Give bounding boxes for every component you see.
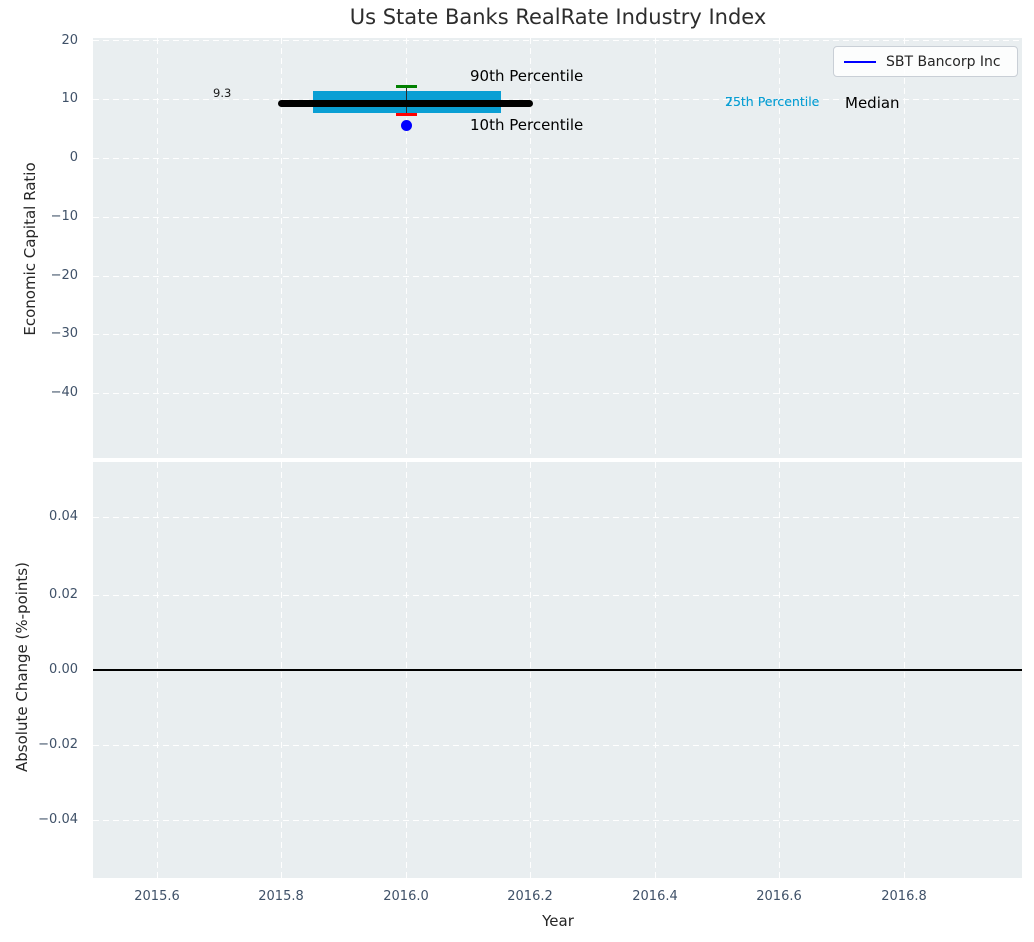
p10-annotation: 10th Percentile (470, 116, 584, 134)
ytick-label: −30 (50, 326, 78, 341)
gridline-horizontal (93, 595, 1022, 596)
ytick-label: −20 (50, 268, 78, 283)
p25-annotation: 25th Percentile (725, 94, 820, 109)
legend-label: SBT Bancorp Inc (886, 53, 1001, 70)
median-annotation: Median (845, 94, 900, 112)
xtick-label: 2016.0 (383, 889, 429, 904)
gridline-horizontal (93, 334, 1022, 335)
gridline-horizontal (93, 217, 1022, 218)
ytick-label: 0.02 (49, 587, 78, 602)
company-data-point (401, 120, 412, 131)
ytick-label: 10 (61, 91, 78, 106)
ytick-label: −10 (50, 209, 78, 224)
ytick-label: 20 (61, 33, 78, 48)
chart-title: Us State Banks RealRate Industry Index (349, 5, 767, 29)
gridline-horizontal (93, 745, 1022, 746)
ytick-label: 0 (69, 150, 78, 165)
y-axis-label-top: Economic Capital Ratio (21, 162, 39, 336)
gridline-horizontal (93, 276, 1022, 277)
p10-whisker-cap (396, 113, 417, 116)
xtick-label: 2015.8 (258, 889, 304, 904)
gridline-horizontal (93, 393, 1022, 394)
p90-whisker-cap (396, 85, 417, 88)
gridline-vertical (655, 38, 656, 458)
legend: SBT Bancorp Inc (833, 46, 1018, 77)
y-axis-label-bottom: Absolute Change (%-points) (13, 562, 31, 772)
median-line (278, 100, 533, 107)
ytick-label: −0.02 (38, 737, 78, 752)
ytick-label: −40 (50, 385, 78, 400)
legend-line-swatch (844, 60, 876, 63)
figure-canvas: Us State Banks RealRate Industry Index 9… (0, 0, 1034, 942)
gridline-vertical (904, 38, 905, 458)
p90-annotation: 90th Percentile (470, 67, 584, 85)
xtick-label: 2016.4 (632, 889, 678, 904)
xtick-label: 2015.6 (134, 889, 180, 904)
gridline-horizontal (93, 40, 1022, 41)
xtick-label: 2016.6 (756, 889, 802, 904)
top-axes-plot-area: 9.3 90th Percentile 10th Percentile 75th… (93, 38, 1022, 458)
gridline-horizontal (93, 820, 1022, 821)
bottom-axes-plot-area (93, 462, 1022, 878)
x-axis-label: Year (542, 912, 574, 930)
median-value-annotation: 9.3 (213, 86, 232, 100)
gridline-vertical (157, 38, 158, 458)
xtick-label: 2016.2 (507, 889, 553, 904)
ytick-label: 0.00 (49, 662, 78, 677)
gridline-horizontal (93, 158, 1022, 159)
xtick-label: 2016.8 (881, 889, 927, 904)
ytick-label: 0.04 (49, 509, 78, 524)
gridline-horizontal (93, 517, 1022, 518)
ytick-label: −0.04 (38, 812, 78, 827)
zero-line (93, 669, 1022, 671)
